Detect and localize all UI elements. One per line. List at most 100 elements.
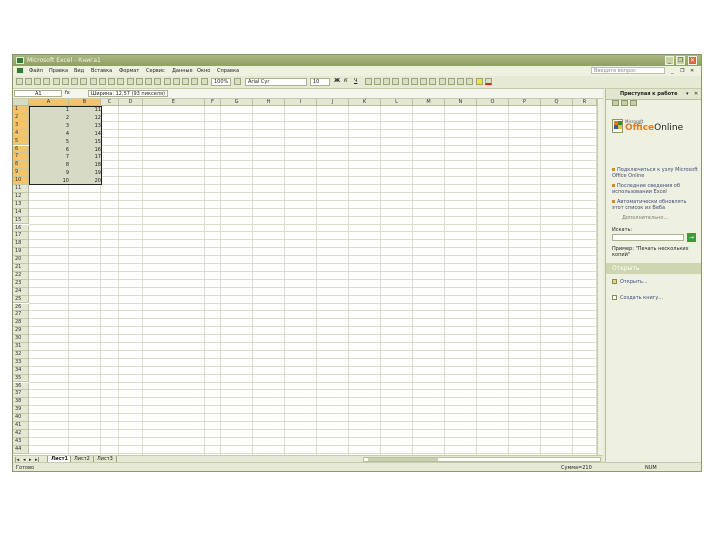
autosum-icon[interactable] bbox=[164, 78, 171, 85]
cell-a7[interactable]: 7 bbox=[29, 153, 69, 161]
back-icon[interactable] bbox=[612, 100, 619, 106]
column-header-j[interactable]: J bbox=[317, 99, 349, 106]
column-header-p[interactable]: P bbox=[509, 99, 541, 106]
row-header[interactable]: 41 bbox=[13, 422, 29, 430]
row-header[interactable]: 35 bbox=[13, 374, 29, 383]
row-header[interactable]: 9 bbox=[13, 169, 29, 178]
minimize-button[interactable]: _ bbox=[665, 56, 674, 65]
cell-b2[interactable]: 12 bbox=[69, 114, 101, 122]
row-header[interactable]: 24 bbox=[13, 287, 29, 296]
row-header[interactable]: 17 bbox=[13, 232, 29, 241]
font-color-icon[interactable] bbox=[485, 78, 492, 85]
name-box[interactable]: A1 bbox=[14, 90, 62, 97]
row-header[interactable]: 27 bbox=[13, 311, 29, 320]
column-header-i[interactable]: I bbox=[285, 99, 317, 106]
align-left-icon[interactable] bbox=[365, 78, 372, 85]
increase-indent-icon[interactable] bbox=[457, 78, 464, 85]
column-header-k[interactable]: K bbox=[349, 99, 381, 106]
row-header[interactable]: 14 bbox=[13, 208, 29, 217]
open-file-link[interactable]: Открыть... bbox=[612, 279, 648, 285]
row-header[interactable]: 37 bbox=[13, 390, 29, 399]
menu-help[interactable]: Справка bbox=[217, 68, 239, 74]
cell-b1[interactable]: 11 bbox=[69, 106, 101, 114]
new-icon[interactable] bbox=[16, 78, 23, 85]
email-icon[interactable] bbox=[53, 78, 60, 85]
format-painter-icon[interactable] bbox=[127, 78, 134, 85]
row-header[interactable]: 30 bbox=[13, 335, 29, 343]
column-header-c[interactable]: C bbox=[101, 99, 119, 106]
search-go-button[interactable]: → bbox=[687, 233, 696, 242]
drawing-icon[interactable] bbox=[201, 78, 208, 85]
column-header-e[interactable]: E bbox=[143, 99, 205, 106]
row-header[interactable]: 22 bbox=[13, 271, 29, 280]
percent-icon[interactable] bbox=[411, 78, 418, 85]
row-header[interactable]: 3 bbox=[13, 121, 29, 130]
row-header[interactable]: 29 bbox=[13, 327, 29, 336]
paste-icon[interactable] bbox=[117, 78, 124, 85]
sort-ascending-icon[interactable] bbox=[173, 78, 180, 85]
menu-window[interactable]: Окно bbox=[197, 68, 210, 74]
row-header[interactable]: 7 bbox=[13, 153, 29, 162]
cell-b8[interactable]: 18 bbox=[69, 161, 101, 169]
column-header-n[interactable]: N bbox=[445, 99, 477, 106]
open-icon[interactable] bbox=[25, 78, 32, 85]
column-header-l[interactable]: L bbox=[381, 99, 413, 106]
currency-icon[interactable] bbox=[402, 78, 409, 85]
cell-a9[interactable]: 9 bbox=[29, 169, 69, 177]
column-header-r[interactable]: R bbox=[573, 99, 597, 106]
cell-b7[interactable]: 17 bbox=[69, 153, 101, 161]
menu-format[interactable]: Формат bbox=[119, 68, 139, 74]
italic-button[interactable]: К bbox=[344, 78, 348, 84]
research-icon[interactable] bbox=[90, 78, 97, 85]
column-header-m[interactable]: M bbox=[413, 99, 445, 106]
row-header[interactable]: 15 bbox=[13, 216, 29, 225]
merge-center-icon[interactable] bbox=[392, 78, 399, 85]
cut-icon[interactable] bbox=[99, 78, 106, 85]
pane-link-auto-update[interactable]: Автоматически обновлять этот список из В… bbox=[612, 199, 698, 211]
print-preview-icon[interactable] bbox=[71, 78, 78, 85]
row-header[interactable]: 2 bbox=[13, 113, 29, 122]
font-select[interactable]: Arial Cyr bbox=[245, 78, 307, 86]
decrease-decimal-icon[interactable] bbox=[439, 78, 446, 85]
scroll-thumb[interactable] bbox=[368, 458, 438, 461]
row-header[interactable]: 18 bbox=[13, 240, 29, 249]
insert-function-button[interactable]: fx bbox=[65, 90, 70, 96]
column-header-a[interactable]: A bbox=[29, 99, 69, 106]
row-header[interactable]: 44 bbox=[13, 445, 29, 454]
column-header-d[interactable]: D bbox=[119, 99, 143, 106]
cell-b3[interactable]: 13 bbox=[69, 122, 101, 130]
cell-a8[interactable]: 8 bbox=[29, 161, 69, 169]
cell-a3[interactable]: 3 bbox=[29, 122, 69, 130]
row-header[interactable]: 6 bbox=[13, 145, 29, 154]
help-search-input[interactable]: Введите вопрос bbox=[591, 67, 665, 74]
chart-wizard-icon[interactable] bbox=[191, 78, 198, 85]
help-icon[interactable] bbox=[234, 78, 241, 85]
close-button[interactable]: ✕ bbox=[688, 56, 697, 65]
cell-a5[interactable]: 5 bbox=[29, 138, 69, 146]
save-icon[interactable] bbox=[34, 78, 41, 85]
cell-b5[interactable]: 15 bbox=[69, 138, 101, 146]
column-header-b[interactable]: B bbox=[69, 99, 101, 106]
row-header[interactable]: 40 bbox=[13, 414, 29, 422]
menu-view[interactable]: Вид bbox=[74, 68, 84, 74]
zoom-select[interactable]: 100% bbox=[211, 78, 231, 86]
align-center-icon[interactable] bbox=[374, 78, 381, 85]
row-header[interactable]: 33 bbox=[13, 358, 29, 367]
align-right-icon[interactable] bbox=[383, 78, 390, 85]
menu-file[interactable]: Файл bbox=[29, 68, 43, 74]
search-input[interactable] bbox=[612, 234, 684, 241]
copy-icon[interactable] bbox=[108, 78, 115, 85]
row-header[interactable]: 16 bbox=[13, 224, 29, 233]
row-header[interactable]: 39 bbox=[13, 406, 29, 415]
vertical-scrollbar[interactable] bbox=[597, 99, 603, 455]
column-header-h[interactable]: H bbox=[253, 99, 285, 106]
doc-close-button[interactable]: ✕ bbox=[690, 68, 694, 74]
sort-descending-icon[interactable] bbox=[182, 78, 189, 85]
cell-a10[interactable]: 10 bbox=[29, 177, 69, 185]
row-header[interactable]: 12 bbox=[13, 192, 29, 201]
spreadsheet-grid[interactable]: ABCDEFGHIJKLMNOPQR 1 2 3 4 5 6 7 8 9 10 11 12 13 14 15… bbox=[13, 99, 597, 455]
cell-a6[interactable]: 6 bbox=[29, 146, 69, 154]
restore-button[interactable]: ❐ bbox=[676, 56, 685, 65]
row-header[interactable]: 10 bbox=[13, 177, 29, 185]
row-header[interactable]: 20 bbox=[13, 256, 29, 264]
